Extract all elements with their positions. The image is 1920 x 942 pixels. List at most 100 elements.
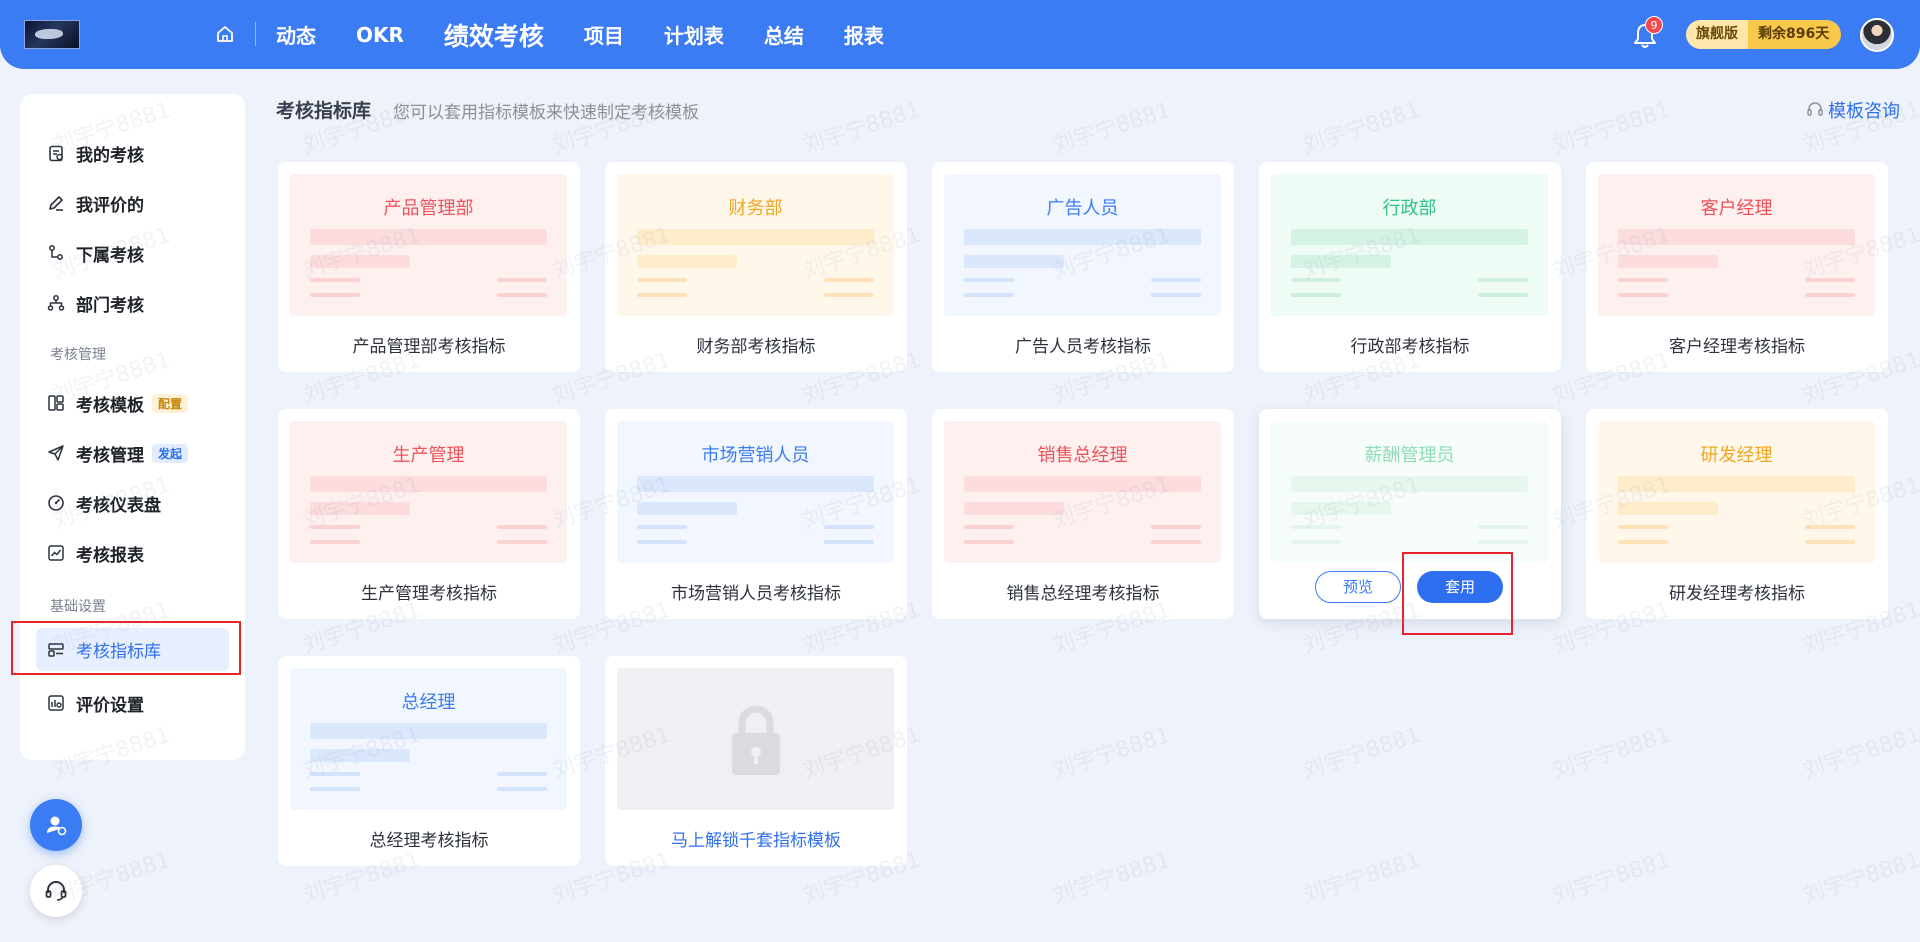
card-thumbnail: 广告人员 [944,174,1221,316]
sidebar: 我的考核 我评价的 下属考核 部门考核 考核管理 考核模板 配置 考核管理 发起… [20,94,245,760]
org-icon [46,293,66,313]
preview-button[interactable]: 预览 [1315,571,1401,603]
sidebar-group-review-management: 考核管理 [50,347,106,363]
card-label: 产品管理部考核指标 [352,337,506,357]
gauge-icon [46,493,66,513]
lock-icon [732,705,780,775]
sidebar-item-department-review[interactable]: 部门考核 [46,286,226,320]
settings-icon [46,693,66,713]
sidebar-item-label: 我评价的 [76,195,144,216]
user-avatar[interactable] [1860,18,1894,52]
watermark-text: 刘宇宁8881 [1549,847,1674,910]
watermark-text: 刘宇宁8881 [799,97,924,160]
nav-divider [255,22,256,46]
clipboard-icon [46,143,66,163]
pen-icon [46,193,66,213]
config-tag: 配置 [152,393,189,413]
thumbnail-title: 总经理 [401,692,456,713]
sidebar-item-evaluation-settings[interactable]: 评价设置 [46,686,226,720]
top-navigation-bar: 动态 OKR 绩效考核 项目 计划表 总结 报表 9 旗舰版 剩余896天 [0,0,1920,69]
card-thumbnail: 销售总经理 [944,421,1221,563]
nav-item-summary[interactable]: 总结 [764,20,804,49]
library-icon [46,640,66,660]
card-thumbnail: 客户经理 [1598,174,1875,316]
company-logo[interactable] [24,20,80,49]
sidebar-item-label: 考核仪表盘 [76,495,161,516]
thumbnail-title: 销售总经理 [1037,445,1128,466]
unlock-templates-card[interactable]: 马上解锁千套指标模板 [605,656,907,866]
sidebar-item-review-template[interactable]: 考核模板 配置 [46,386,226,420]
plan-badge[interactable]: 旗舰版 剩余896天 [1686,20,1842,49]
send-icon [46,443,66,463]
sidebar-item-review-management[interactable]: 考核管理 发起 [46,436,226,470]
watermark-text: 刘宇宁8881 [1049,97,1174,160]
thumbnail-title: 研发经理 [1700,445,1773,466]
card-thumbnail: 市场营销人员 [617,421,894,563]
card-thumbnail [617,668,894,810]
plan-name: 旗舰版 [1686,20,1748,49]
page-subtitle: 您可以套用指标模板来快速制定考核模板 [393,103,699,123]
card-label: 广告人员考核指标 [1015,337,1151,357]
indicator-card-general-manager[interactable]: 总经理 总经理考核指标 [278,656,580,866]
watermark-text: 刘宇宁8881 [1049,847,1174,910]
watermark-text: 刘宇宁8881 [1299,722,1424,785]
apply-button[interactable]: 套用 [1417,571,1503,603]
indicator-card-sales-gm[interactable]: 销售总经理 销售总经理考核指标 [932,409,1234,619]
card-thumbnail: 研发经理 [1598,421,1875,563]
consult-label: 模板咨询 [1828,101,1900,122]
sidebar-item-label: 考核指标库 [76,642,161,662]
customer-service-button[interactable] [30,865,82,917]
watermark-text: 刘宇宁8881 [1049,722,1174,785]
card-thumbnail: 总经理 [290,668,567,810]
main-nav: 动态 OKR 绩效考核 项目 计划表 总结 报表 [276,0,924,69]
unlock-link[interactable]: 马上解锁千套指标模板 [605,826,907,851]
card-label: 客户经理考核指标 [1669,337,1805,357]
nav-item-report[interactable]: 报表 [844,20,884,49]
nav-item-project[interactable]: 项目 [584,20,624,49]
watermark-text: 刘宇宁8881 [1549,97,1674,160]
start-tag: 发起 [152,443,189,463]
nav-item-performance[interactable]: 绩效考核 [444,17,544,53]
card-thumbnail: 财务部 [617,174,894,316]
sidebar-item-subordinate-review[interactable]: 下属考核 [46,236,226,270]
card-label: 研发经理考核指标 [1669,584,1805,604]
nav-item-plan[interactable]: 计划表 [664,20,724,49]
sidebar-item-indicator-library[interactable]: 考核指标库 [36,628,229,671]
indicator-card-account-manager[interactable]: 客户经理 客户经理考核指标 [1586,162,1888,372]
user-settings-button[interactable] [30,799,82,851]
indicator-card-advertising[interactable]: 广告人员 广告人员考核指标 [932,162,1234,372]
indicator-card-product[interactable]: 产品管理部 产品管理部考核指标 [278,162,580,372]
indicator-card-marketing[interactable]: 市场营销人员 市场营销人员考核指标 [605,409,907,619]
card-thumbnail: 生产管理 [290,421,567,563]
thumbnail-title: 市场营销人员 [701,445,810,466]
thumbnail-title: 行政部 [1382,198,1437,219]
thumbnail-title: 广告人员 [1046,198,1119,219]
sidebar-item-review-dashboard[interactable]: 考核仪表盘 [46,486,226,520]
card-label: 财务部考核指标 [696,337,816,357]
indicator-card-production[interactable]: 生产管理 生产管理考核指标 [278,409,580,619]
watermark-text: 刘宇宁8881 [1299,847,1424,910]
card-label: 销售总经理考核指标 [1006,584,1160,604]
watermark-text: 刘宇宁8881 [1799,847,1920,910]
card-thumbnail: 产品管理部 [290,174,567,316]
sidebar-item-review-report[interactable]: 考核报表 [46,536,226,570]
headset-icon [1807,102,1823,116]
nav-item-activity[interactable]: 动态 [276,20,316,49]
indicator-card-payroll[interactable]: 薪酬管理员 预览 套用 [1259,409,1561,619]
sidebar-item-my-review[interactable]: 我的考核 [46,136,226,170]
indicator-card-administration[interactable]: 行政部 行政部考核指标 [1259,162,1561,372]
sidebar-item-label: 考核管理 [76,445,144,466]
home-icon[interactable] [213,22,237,46]
user-settings-icon [47,816,67,836]
sidebar-item-i-evaluated[interactable]: 我评价的 [46,186,226,220]
nav-item-okr[interactable]: OKR [356,23,404,47]
watermark-text: 刘宇宁8881 [1299,97,1424,160]
thumbnail-title: 产品管理部 [383,198,474,219]
sidebar-group-basic-settings: 基础设置 [50,599,106,615]
template-icon [46,393,66,413]
indicator-card-finance[interactable]: 财务部 财务部考核指标 [605,162,907,372]
chart-icon [46,543,66,563]
indicator-card-rd-manager[interactable]: 研发经理 研发经理考核指标 [1586,409,1888,619]
sidebar-item-label: 考核模板 [76,395,144,416]
template-consult-link[interactable]: 模板咨询 [1806,97,1900,123]
